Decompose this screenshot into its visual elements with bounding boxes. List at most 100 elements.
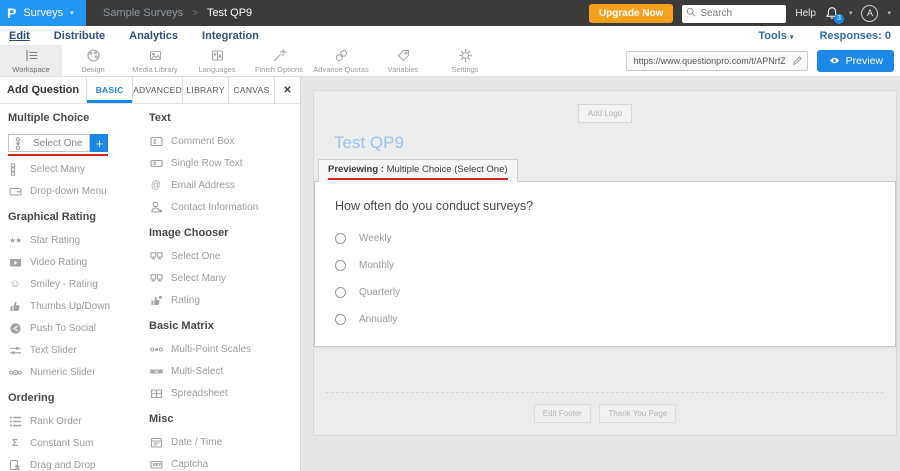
stars-icon: ★★ (8, 234, 22, 247)
notifications-chevron-icon[interactable]: ▾ (849, 9, 853, 17)
answer-option-row[interactable]: Monthly (335, 259, 875, 271)
date-time-icon (149, 436, 163, 449)
section-title-ordering: Ordering (8, 392, 149, 404)
panel-item-star-rating[interactable]: ★★ Star Rating (8, 233, 149, 247)
at-sign-icon: @ (149, 179, 163, 192)
toolbar-variables[interactable]: Variables (372, 45, 434, 76)
toolbar-design[interactable]: Design (62, 45, 124, 76)
selected-question-type: Select One + (8, 134, 108, 156)
close-panel-icon[interactable]: ✕ (274, 77, 300, 103)
toolbar-workspace[interactable]: Workspace (0, 45, 62, 76)
panel-item-smiley-rating[interactable]: ☺ Smiley - Rating (8, 277, 149, 291)
linked-rings-icon (334, 48, 349, 63)
eye-icon (828, 55, 841, 66)
panel-item-numeric-slider[interactable]: Numeric Slider (8, 365, 149, 379)
smiley-icon: ☺ (8, 278, 22, 291)
panel-item-multi-point-scales[interactable]: Multi-Point Scales (149, 342, 299, 356)
panel-item-spreadsheet[interactable]: Spreadsheet (149, 386, 299, 400)
notifications-bell-icon[interactable]: 3 (825, 6, 840, 21)
edit-footer-button[interactable]: Edit Footer (534, 404, 591, 423)
responses-count[interactable]: Responses: 0 (819, 30, 891, 42)
radio-icon[interactable] (335, 314, 346, 325)
thank-you-page-button[interactable]: Thank You Page (599, 404, 676, 423)
section-title-text: Text (149, 112, 299, 124)
add-question-plus-button[interactable]: + (90, 134, 108, 152)
upgrade-now-button[interactable]: Upgrade Now (589, 4, 673, 23)
previewing-red-underline (328, 178, 508, 180)
toolbar-languages[interactable]: Languages (186, 45, 248, 76)
panel-item-rank-order[interactable]: Rank Order (8, 414, 149, 428)
preview-button[interactable]: Preview (817, 50, 894, 72)
question-preview-card: How often do you conduct surveys? Weekly… (314, 181, 896, 347)
answer-option-row[interactable]: Quarterly (335, 286, 875, 298)
nav-item-distribute[interactable]: Distribute (54, 30, 105, 42)
panel-item-multi-select[interactable]: Multi-Select (149, 364, 299, 378)
toolbar-media-library[interactable]: Media Library (124, 45, 186, 76)
question-text[interactable]: How often do you conduct surveys? (335, 199, 875, 213)
panel-item-drop-down-menu[interactable]: Drop-down Menu (8, 184, 149, 198)
tab-advanced[interactable]: ADVANCED (132, 77, 182, 103)
search-input[interactable] (682, 5, 786, 23)
breadcrumb-parent[interactable]: Sample Surveys (103, 7, 183, 19)
panel-item-single-row-text[interactable]: Single Row Text (149, 156, 299, 170)
radio-icon[interactable] (335, 287, 346, 298)
panel-item-captcha[interactable]: Captcha (149, 457, 299, 471)
panel-item-select-many[interactable]: Select Many (8, 162, 149, 176)
image-icon (148, 48, 163, 63)
tab-library[interactable]: LIBRARY (182, 77, 228, 103)
checkbox-stack-icon (8, 163, 22, 176)
panel-item-image-rating[interactable]: Rating (149, 293, 299, 307)
tab-canvas[interactable]: CANVAS (228, 77, 274, 103)
panel-item-image-select-many[interactable]: Select Many (149, 271, 299, 285)
panel-item-constant-sum[interactable]: Σ Constant Sum (8, 436, 149, 450)
top-bar: P Surveys ▾ Sample Surveys > Test QP9 Up… (0, 0, 900, 26)
panel-item-select-one[interactable]: Select One (8, 134, 90, 152)
toolbar-finish-options[interactable]: Finish Options (248, 45, 310, 76)
canvas-footer: Edit Footer Thank You Page (326, 392, 884, 423)
single-row-text-icon (149, 157, 163, 170)
nav-item-analytics[interactable]: Analytics (129, 30, 178, 42)
grid-icon (149, 387, 163, 400)
panel-item-video-rating[interactable]: Video Rating (8, 255, 149, 269)
brand-menu[interactable]: P Surveys ▾ (0, 0, 86, 26)
video-icon (8, 256, 22, 269)
ranked-list-icon (8, 415, 22, 428)
palette-icon (86, 48, 101, 63)
radio-icon[interactable] (335, 260, 346, 271)
nav-item-edit[interactable]: Edit (9, 30, 30, 42)
panel-item-comment-box[interactable]: Comment Box (149, 134, 299, 148)
panel-item-thumbs-up-down[interactable]: Thumbs Up/Down (8, 299, 149, 313)
toolbar-settings[interactable]: Settings (434, 45, 496, 76)
person-icon (149, 201, 163, 214)
help-link[interactable]: Help (795, 8, 816, 19)
section-title-image-chooser: Image Chooser (149, 227, 299, 239)
multi-select-icon (149, 365, 163, 378)
survey-url-input[interactable] (626, 51, 808, 71)
radio-icon[interactable] (335, 233, 346, 244)
multi-point-icon (149, 343, 163, 356)
sliders-icon (8, 344, 22, 357)
survey-title[interactable]: Test QP9 (334, 133, 896, 153)
panel-item-drag-and-drop[interactable]: Drag and Drop (8, 458, 149, 471)
tools-dropdown[interactable]: Tools ▾ (758, 30, 793, 42)
previewing-label: Previewing : (328, 164, 384, 175)
add-logo-button[interactable]: Add Logo (578, 104, 632, 123)
panel-item-email-address[interactable]: @ Email Address (149, 178, 299, 192)
numeric-slider-icon (8, 366, 22, 379)
panel-item-date-time[interactable]: Date / Time (149, 435, 299, 449)
answer-option-row[interactable]: Weekly (335, 232, 875, 244)
tab-basic[interactable]: BASIC (86, 77, 132, 103)
panel-item-push-to-social[interactable]: Push To Social (8, 321, 149, 335)
toolbar-advance-quotas[interactable]: Advance Quotas (310, 45, 372, 76)
avatar[interactable]: A (861, 5, 878, 22)
panel-item-contact-information[interactable]: Contact Information (149, 200, 299, 214)
edit-pencil-icon[interactable] (792, 55, 803, 66)
panel-item-text-slider[interactable]: Text Slider (8, 343, 149, 357)
panel-item-image-select-one[interactable]: Select One (149, 249, 299, 263)
answer-option-row[interactable]: Annually (335, 313, 875, 325)
account-chevron-icon[interactable]: ▾ (887, 9, 891, 17)
tools-chevron-icon: ▾ (790, 34, 794, 41)
chevron-down-icon: ▾ (70, 9, 74, 17)
tag-icon (396, 48, 411, 63)
nav-item-integration[interactable]: Integration (202, 30, 259, 42)
